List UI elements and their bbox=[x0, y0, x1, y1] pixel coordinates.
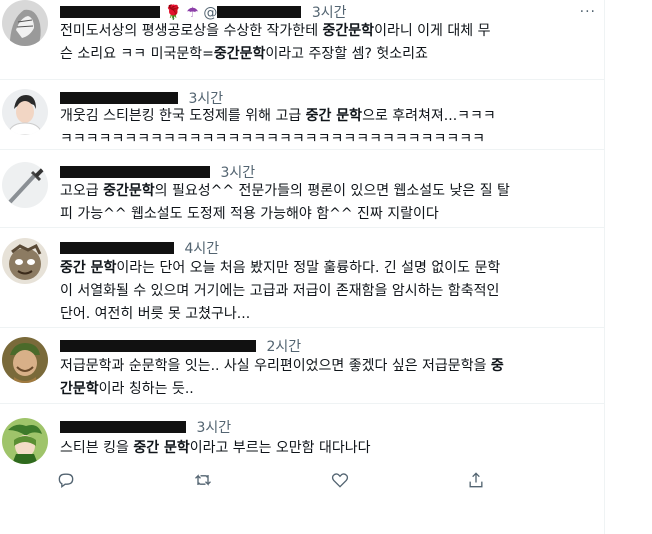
tweet[interactable]: 🌹 ☂ @ 3시간 ··· 전미도서상의 평생공로상을 수상한 작가한테 중간문… bbox=[0, 0, 604, 80]
avatar[interactable] bbox=[2, 162, 48, 208]
tweet-time[interactable]: 2시간 bbox=[266, 339, 301, 355]
retweet-button[interactable] bbox=[192, 470, 216, 494]
like-icon bbox=[331, 473, 349, 488]
tweet-time[interactable]: 3시간 bbox=[220, 165, 255, 181]
tweet-time[interactable]: 4시간 bbox=[184, 241, 219, 257]
share-icon bbox=[469, 472, 483, 488]
tweet[interactable]: 3시간 고오급 중간문학의 필요성^^ 전문가들의 평론이 있으면 웹소설도 낮… bbox=[0, 150, 604, 228]
avatar-image bbox=[2, 0, 48, 46]
tweet-actions bbox=[56, 470, 516, 494]
avatar[interactable] bbox=[2, 89, 48, 135]
tweet-header: 2시간 bbox=[60, 336, 301, 355]
reply-button[interactable] bbox=[56, 470, 80, 494]
tweet[interactable]: 4시간 중간 문학이라는 단어 오늘 처음 봤지만 정말 훌륭하다. 긴 설명 … bbox=[0, 228, 604, 328]
tweet-header: 3시간 bbox=[60, 417, 231, 436]
like-button[interactable] bbox=[330, 470, 354, 494]
redacted-name bbox=[60, 421, 186, 433]
avatar-image bbox=[2, 337, 48, 383]
tweet-text: 개웃김 스티븐킹 한국 도정제를 위해 고급 중간 문학으로 후려쳐져...ㅋㅋ… bbox=[60, 108, 496, 147]
redacted-name bbox=[60, 92, 178, 104]
tweet[interactable]: 3시간 스티븐 킹을 중간 문학이라고 부르는 오만함 대다나다 bbox=[0, 404, 604, 509]
more-options-button[interactable]: ··· bbox=[580, 4, 596, 20]
redacted-handle bbox=[217, 6, 302, 18]
tweet-text: 중간 문학이라는 단어 오늘 처음 봤지만 정말 훌륭하다. 긴 설명 없이도 … bbox=[60, 260, 501, 322]
tweet-header: 3시간 bbox=[60, 88, 223, 107]
avatar-image bbox=[2, 162, 48, 208]
retweet-icon bbox=[195, 474, 211, 486]
avatar-image bbox=[2, 418, 48, 464]
redacted-name bbox=[60, 340, 256, 352]
tweet-text: 전미도서상의 평생공로상을 수상한 작가한테 중간문학이라니 이게 대체 무 슨… bbox=[60, 23, 491, 62]
tweet-time[interactable]: 3시간 bbox=[312, 5, 347, 21]
tweet-header: 3시간 bbox=[60, 162, 255, 181]
avatar-image bbox=[2, 238, 48, 284]
tweet-text: 스티븐 킹을 중간 문학이라고 부르는 오만함 대다나다 bbox=[60, 440, 371, 456]
redacted-name bbox=[60, 6, 160, 18]
tweet-text: 저급문학과 순문학을 잇는.. 사실 우리편이었으면 좋겠다 싶은 저급문학을 … bbox=[60, 358, 504, 397]
umbrella-emoji: ☂ bbox=[186, 5, 199, 21]
handle-at: @ bbox=[203, 5, 218, 21]
rose-emoji: 🌹 bbox=[164, 5, 182, 21]
avatar[interactable] bbox=[2, 418, 48, 464]
timeline: 🌹 ☂ @ 3시간 ··· 전미도서상의 평생공로상을 수상한 작가한테 중간문… bbox=[0, 0, 605, 534]
reply-icon bbox=[58, 473, 74, 488]
redacted-name bbox=[60, 242, 174, 254]
tweet-header: 🌹 ☂ @ 3시간 bbox=[60, 2, 347, 21]
avatar[interactable] bbox=[2, 337, 48, 383]
avatar[interactable] bbox=[2, 0, 48, 46]
avatar[interactable] bbox=[2, 238, 48, 284]
tweet[interactable]: 3시간 개웃김 스티븐킹 한국 도정제를 위해 고급 중간 문학으로 후려쳐져.… bbox=[0, 80, 604, 150]
tweet-time[interactable]: 3시간 bbox=[196, 420, 231, 436]
tweet-text: 고오급 중간문학의 필요성^^ 전문가들의 평론이 있으면 웹소설도 낮은 질 … bbox=[60, 183, 510, 222]
tweet-header: 4시간 bbox=[60, 238, 219, 257]
share-button[interactable] bbox=[466, 470, 490, 494]
redacted-name bbox=[60, 166, 210, 178]
avatar-image bbox=[2, 89, 48, 135]
tweet[interactable]: 2시간 저급문학과 순문학을 잇는.. 사실 우리편이었으면 좋겠다 싶은 저급… bbox=[0, 328, 604, 404]
